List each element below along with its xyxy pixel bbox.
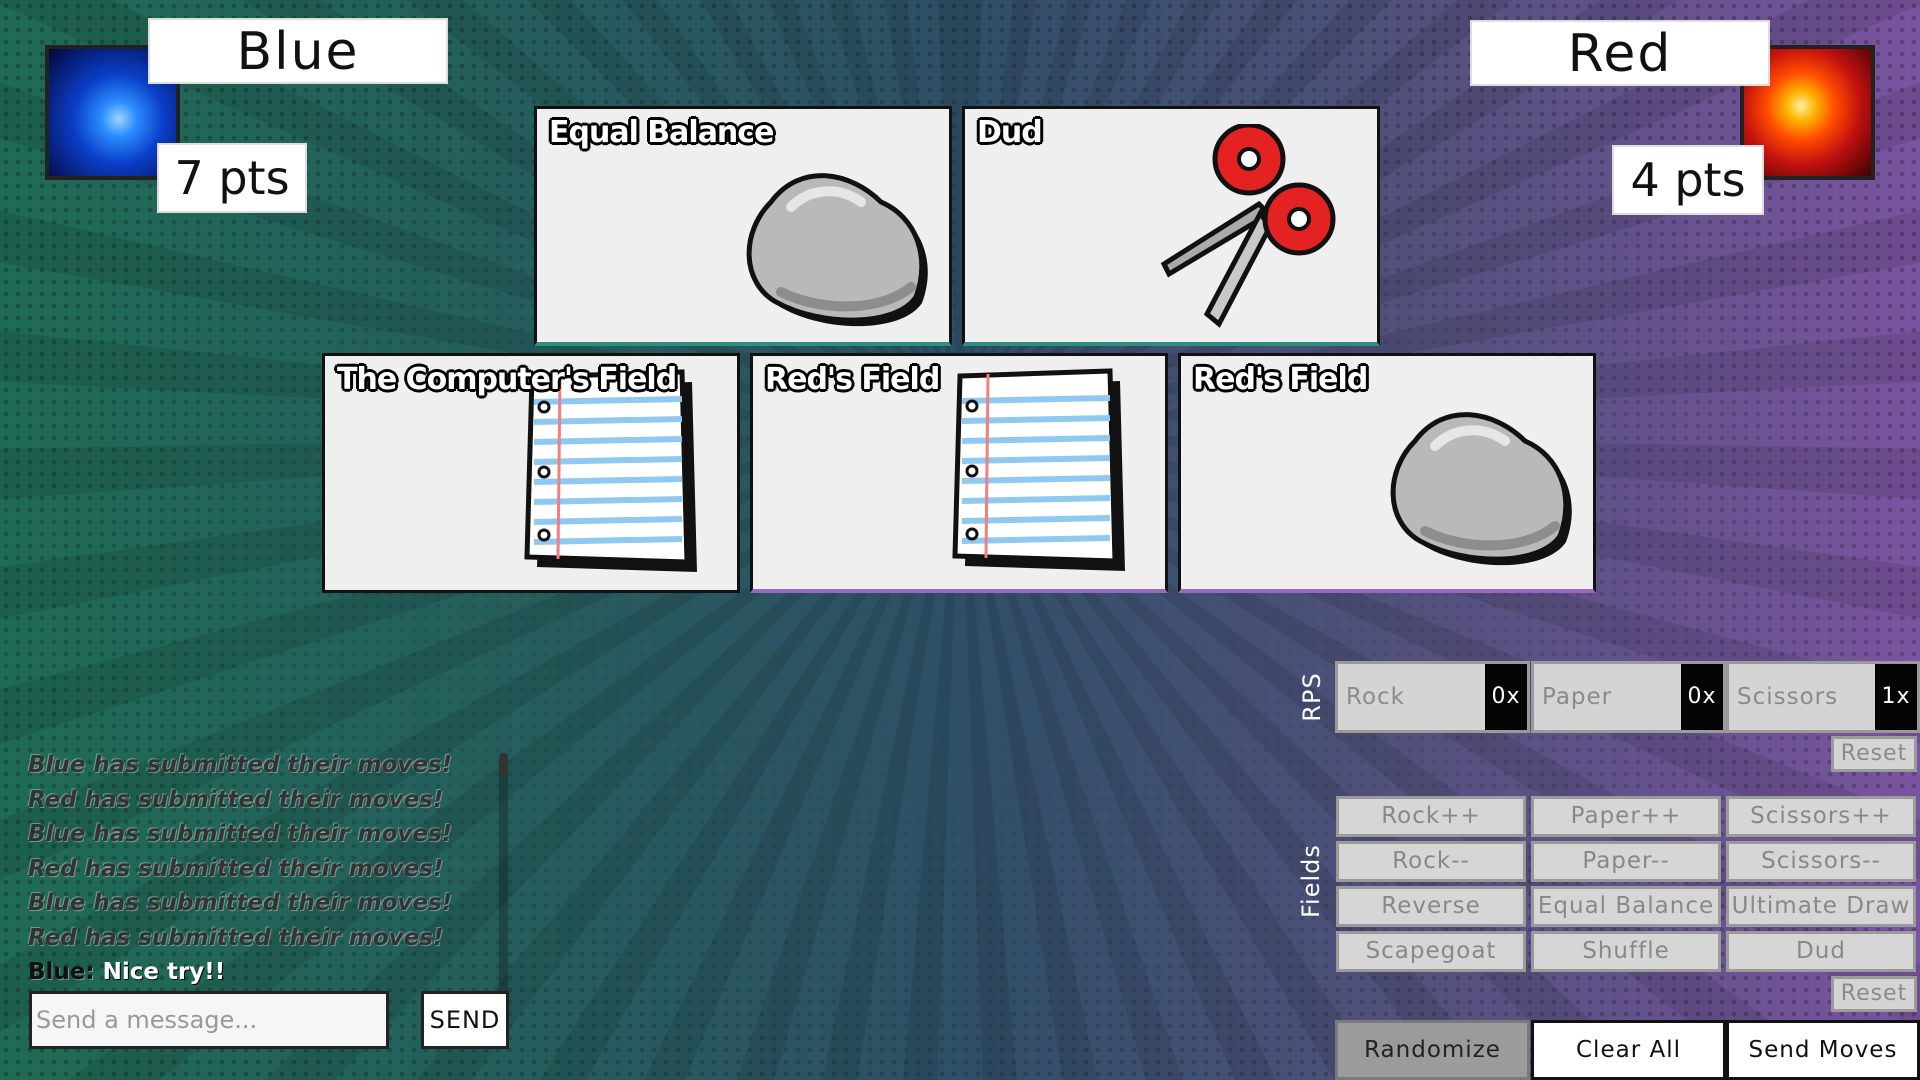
chat-line: Red has submitted their moves!: [28, 924, 444, 951]
red-player-name: Red: [1470, 20, 1770, 86]
card-title: Dud: [977, 115, 1043, 150]
chat-line: Blue has submitted their moves!: [28, 890, 453, 916]
send-moves-button[interactable]: Send Moves: [1726, 1020, 1920, 1080]
send-message-button[interactable]: SEND: [421, 991, 509, 1049]
field-scissors-plus-button[interactable]: Scissors++: [1726, 796, 1916, 837]
field-dud-button[interactable]: Dud: [1726, 931, 1916, 972]
rps-paper-button[interactable]: Paper 0x: [1531, 661, 1726, 733]
card-title: Red's Field: [765, 362, 940, 397]
rock-icon: [746, 173, 928, 327]
chat-line: Blue has submitted their moves!: [28, 821, 453, 847]
chat-message: Blue: Nice try!!: [28, 955, 498, 989]
chat-log: Blue has submitted their moves! Red has …: [28, 748, 498, 993]
card-equal-balance[interactable]: Equal Balance: [534, 106, 952, 346]
rps-count-badge: 1x: [1875, 664, 1917, 730]
chat-message-input[interactable]: [29, 991, 389, 1049]
chat-scrollbar-thumb[interactable]: [499, 753, 508, 777]
rps-button-label: Paper: [1542, 684, 1613, 710]
chat-message-sender: Blue:: [28, 959, 95, 985]
rps-section-label: RPS: [1298, 672, 1326, 722]
blue-player-name: Blue: [148, 18, 448, 84]
fields-section-label: Fields: [1297, 844, 1325, 918]
chat-line: Red has submitted their moves!: [28, 786, 444, 813]
rps-count-badge: 0x: [1485, 664, 1527, 730]
paper-icon: [524, 369, 697, 572]
rps-scissors-button[interactable]: Scissors 1x: [1726, 661, 1920, 733]
chat-line: Red has submitted their moves!: [28, 855, 444, 882]
field-paper-minus-button[interactable]: Paper--: [1531, 841, 1721, 882]
field-shuffle-button[interactable]: Shuffle: [1531, 931, 1721, 972]
card-title: Red's Field: [1193, 362, 1368, 397]
field-equal-balance-button[interactable]: Equal Balance: [1531, 886, 1721, 927]
chat-line: Blue has submitted their moves!: [28, 752, 453, 778]
rps-rock-button[interactable]: Rock 0x: [1335, 661, 1530, 733]
card-reds-field-paper[interactable]: Red's Field: [750, 353, 1168, 593]
randomize-button[interactable]: Randomize: [1335, 1020, 1530, 1080]
paper-icon: [952, 368, 1125, 571]
card-dud[interactable]: Dud: [962, 106, 1380, 346]
rps-reset-button[interactable]: Reset: [1831, 736, 1917, 772]
scissors-icon: [1160, 124, 1336, 328]
blue-player-points: 7 pts: [157, 143, 307, 213]
red-player-points: 4 pts: [1612, 145, 1764, 215]
field-ultimate-draw-button[interactable]: Ultimate Draw: [1726, 886, 1916, 927]
rps-button-label: Rock: [1346, 684, 1405, 710]
chat-scrollbar[interactable]: [499, 753, 508, 993]
card-computers-field[interactable]: The Computer's Field: [322, 353, 740, 593]
fields-reset-button[interactable]: Reset: [1831, 976, 1917, 1012]
field-scissors-minus-button[interactable]: Scissors--: [1726, 841, 1916, 882]
field-paper-plus-button[interactable]: Paper++: [1531, 796, 1721, 837]
field-rock-minus-button[interactable]: Rock--: [1336, 841, 1526, 882]
chat-message-text: Nice try!!: [94, 959, 226, 985]
rps-button-label: Scissors: [1737, 684, 1839, 710]
field-reverse-button[interactable]: Reverse: [1336, 886, 1526, 927]
rock-icon: [1390, 412, 1572, 566]
rps-count-badge: 0x: [1681, 664, 1723, 730]
clear-all-button[interactable]: Clear All: [1531, 1020, 1726, 1080]
card-title: Equal Balance: [549, 115, 774, 150]
card-reds-field-rock[interactable]: Red's Field: [1178, 353, 1596, 593]
field-rock-plus-button[interactable]: Rock++: [1336, 796, 1526, 837]
card-title: The Computer's Field: [337, 362, 677, 397]
field-scapegoat-button[interactable]: Scapegoat: [1336, 931, 1526, 972]
